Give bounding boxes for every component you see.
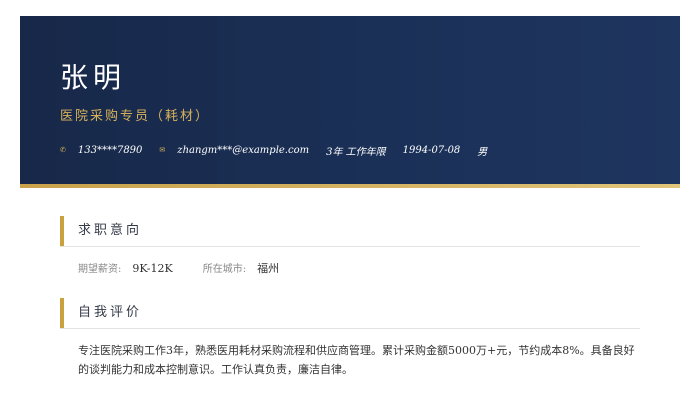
work-experience: 3年 工作年限 — [326, 146, 386, 158]
candidate-name: 张明 — [60, 61, 127, 94]
phone-icon: ✆ — [60, 146, 66, 154]
contact-row: ✆ 133****7890 ✉ zhangm***@example.com 3年… — [60, 142, 504, 158]
self-evaluation-text: 专注医院采购工作3年，熟悉医用耗材采购流程和供应商管理。累计采购金额5000万+… — [78, 344, 635, 376]
email-icon: ✉ — [159, 146, 166, 154]
resume-header — [20, 16, 680, 184]
section-header: 求职意向 — [60, 216, 640, 247]
section-job-intention: 求职意向 — [60, 216, 640, 247]
section-title-intention: 求职意向 — [78, 223, 143, 238]
section-self-evaluation: 自我评价 — [60, 298, 640, 329]
birth-date: 1994-07-08 — [402, 144, 461, 156]
phone-number: 133****7890 — [77, 144, 143, 156]
email-address: zhangm***@example.com — [177, 144, 310, 156]
section-title-self-evaluation: 自我评价 — [78, 305, 143, 320]
job-title: 医院采购专员（耗材） — [60, 109, 211, 124]
city-label: 所在城市: — [202, 264, 247, 275]
section-accent-bar — [60, 298, 64, 328]
resume-page: 张明 医院采购专员（耗材） ✆ 133****7890 ✉ zhangm***@… — [0, 0, 700, 400]
section-header: 自我评价 — [60, 298, 640, 329]
section-accent-bar — [60, 216, 64, 246]
header-gold-rule — [20, 184, 680, 188]
city-value: 福州 — [257, 262, 280, 275]
intention-fields: 期望薪资: 9K-12K 所在城市: 福州 — [78, 260, 309, 276]
gender: 男 — [477, 146, 488, 158]
salary-value: 9K-12K — [132, 262, 173, 275]
salary-label: 期望薪资: — [78, 264, 122, 275]
